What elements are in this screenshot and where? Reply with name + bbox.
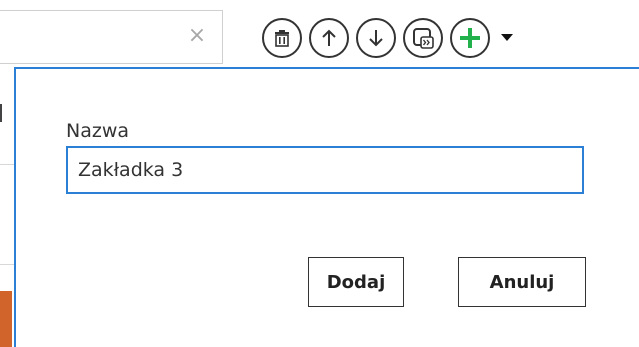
name-input[interactable]: [66, 146, 584, 194]
move-to-button[interactable]: [403, 18, 443, 58]
arrow-down-icon: [369, 30, 383, 47]
search-field[interactable]: ×: [0, 10, 223, 64]
arrow-up-icon: [322, 29, 336, 46]
screen: × Nazwa Zakładka 3 Dodaj Anuluj: [0, 0, 639, 347]
plus-icon: [460, 28, 480, 48]
caret-down-icon: [501, 34, 513, 41]
background-list-edge: [0, 64, 14, 347]
trash-icon: [275, 30, 289, 47]
background-divider: [0, 164, 14, 165]
move-down-button[interactable]: [356, 18, 396, 58]
background-text-fragment: [0, 104, 6, 122]
name-field-label: Nazwa: [66, 120, 130, 142]
add-confirm-button[interactable]: Dodaj: [308, 257, 404, 307]
background-accent-bar: [0, 291, 12, 347]
clear-search-icon[interactable]: ×: [186, 25, 208, 47]
more-options-dropdown[interactable]: [499, 18, 515, 58]
cancel-button[interactable]: Anuluj: [458, 257, 586, 307]
toolbar: [262, 15, 515, 61]
background-divider: [0, 264, 14, 265]
delete-button[interactable]: [262, 18, 302, 58]
move-to-icon: [413, 28, 434, 49]
move-up-button[interactable]: [309, 18, 349, 58]
add-button[interactable]: [450, 18, 490, 58]
add-tab-dialog: Nazwa Dodaj Anuluj: [14, 67, 639, 347]
